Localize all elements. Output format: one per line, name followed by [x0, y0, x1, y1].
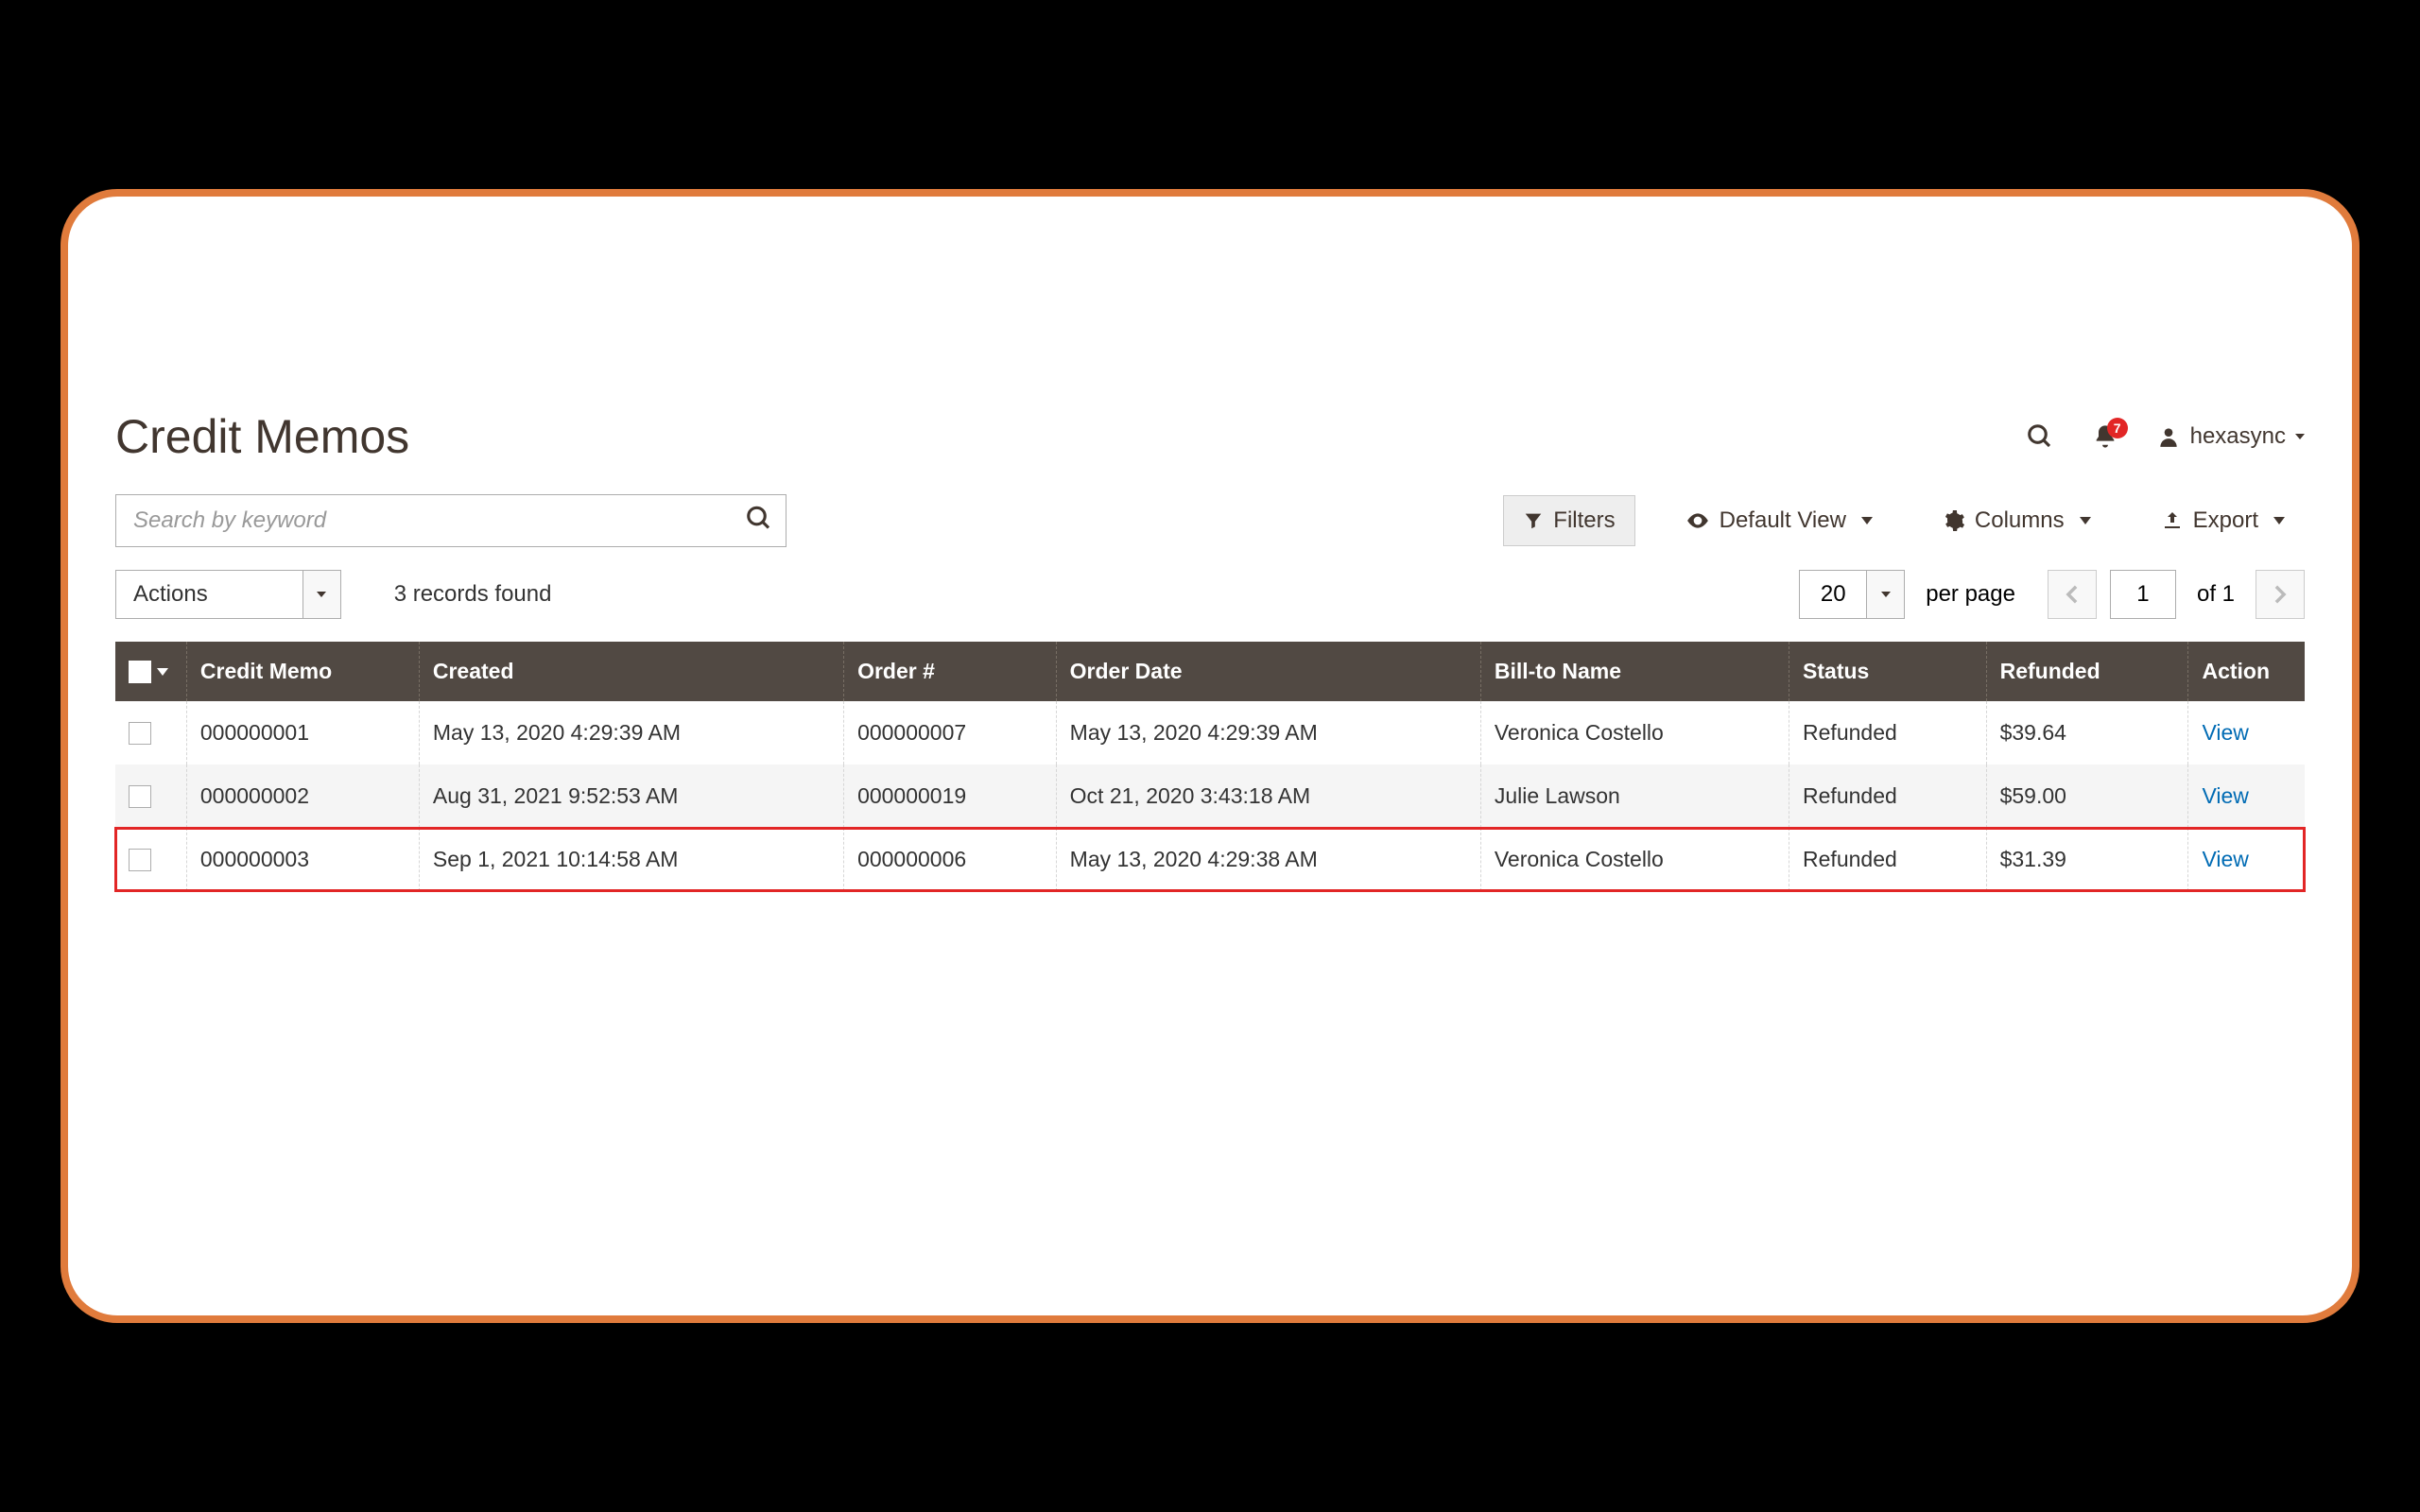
per-page-label: per page — [1926, 581, 2015, 608]
header-created[interactable]: Created — [419, 642, 843, 701]
per-page-value: 20 — [1800, 571, 1866, 618]
chevron-down-icon — [302, 571, 340, 618]
app-frame: Credit Memos 7 hexasync — [60, 189, 2360, 1323]
header-credit-memo[interactable]: Credit Memo — [186, 642, 419, 701]
header-bill-to[interactable]: Bill-to Name — [1480, 642, 1789, 701]
row-checkbox[interactable] — [129, 849, 151, 871]
toolbar: Filters Default View Columns Export — [115, 494, 2305, 547]
view-link[interactable]: View — [2202, 847, 2248, 871]
chevron-down-icon — [1861, 517, 1873, 524]
default-view-label: Default View — [1720, 507, 1846, 534]
chevron-down-icon — [2295, 434, 2305, 439]
columns-label: Columns — [1975, 507, 2065, 534]
header-refunded[interactable]: Refunded — [1986, 642, 2188, 701]
per-page-selector[interactable]: 20 — [1799, 570, 1905, 619]
row-checkbox[interactable] — [129, 785, 151, 808]
cell-created: Sep 1, 2021 10:14:58 AM — [419, 828, 843, 891]
export-button[interactable]: Export — [2141, 495, 2305, 546]
cell-order-date: Oct 21, 2020 3:43:18 AM — [1056, 765, 1480, 828]
records-count: 3 records found — [394, 581, 552, 608]
prev-page-button[interactable] — [2048, 570, 2097, 619]
notification-badge: 7 — [2107, 418, 2128, 438]
grid-controls-left: Actions 3 records found — [115, 570, 551, 619]
header-order-date[interactable]: Order Date — [1056, 642, 1480, 701]
view-link[interactable]: View — [2202, 720, 2248, 745]
actions-label: Actions — [116, 571, 302, 618]
pagination: 20 per page of 1 — [1799, 570, 2305, 619]
notifications-icon[interactable]: 7 — [2092, 423, 2118, 450]
page-title: Credit Memos — [115, 409, 409, 464]
cell-memo: 000000001 — [186, 701, 419, 765]
header-actions: 7 hexasync — [2026, 422, 2305, 451]
chevron-down-icon — [2273, 517, 2285, 524]
page-input[interactable] — [2110, 570, 2176, 619]
search-field — [115, 494, 786, 547]
table-header-row: Credit Memo Created Order # Order Date B… — [115, 642, 2305, 701]
cell-order: 000000019 — [844, 765, 1057, 828]
header-order[interactable]: Order # — [844, 642, 1057, 701]
table-row[interactable]: 000000003Sep 1, 2021 10:14:58 AM00000000… — [115, 828, 2305, 891]
cell-created: Aug 31, 2021 9:52:53 AM — [419, 765, 843, 828]
cell-bill-to: Julie Lawson — [1480, 765, 1789, 828]
cell-order-date: May 13, 2020 4:29:39 AM — [1056, 701, 1480, 765]
page-of-label: of 1 — [2197, 581, 2235, 608]
cell-order: 000000006 — [844, 828, 1057, 891]
grid-controls: Actions 3 records found 20 per page of 1 — [115, 570, 2305, 619]
cell-memo: 000000002 — [186, 765, 419, 828]
actions-dropdown[interactable]: Actions — [115, 570, 341, 619]
chevron-down-icon — [1866, 571, 1904, 618]
cell-order-date: May 13, 2020 4:29:38 AM — [1056, 828, 1480, 891]
header: Credit Memos 7 hexasync — [115, 409, 2305, 464]
table-row[interactable]: 000000002Aug 31, 2021 9:52:53 AM00000001… — [115, 765, 2305, 828]
select-all-checkbox[interactable] — [129, 661, 151, 683]
cell-order: 000000007 — [844, 701, 1057, 765]
cell-status: Refunded — [1789, 828, 1987, 891]
credit-memos-table: Credit Memo Created Order # Order Date B… — [115, 642, 2305, 891]
default-view-button[interactable]: Default View — [1666, 495, 1893, 546]
export-label: Export — [2193, 507, 2258, 534]
cell-refunded: $31.39 — [1986, 828, 2188, 891]
header-action[interactable]: Action — [2188, 642, 2305, 701]
cell-created: May 13, 2020 4:29:39 AM — [419, 701, 843, 765]
cell-bill-to: Veronica Costello — [1480, 701, 1789, 765]
next-page-button[interactable] — [2256, 570, 2305, 619]
cell-status: Refunded — [1789, 701, 1987, 765]
row-checkbox[interactable] — [129, 722, 151, 745]
header-status[interactable]: Status — [1789, 642, 1987, 701]
select-all-header[interactable] — [115, 642, 186, 701]
chevron-down-icon — [2080, 517, 2091, 524]
search-icon[interactable] — [2026, 422, 2054, 451]
cell-refunded: $39.64 — [1986, 701, 2188, 765]
filters-button[interactable]: Filters — [1503, 495, 1634, 546]
search-submit-icon[interactable] — [745, 505, 773, 538]
columns-button[interactable]: Columns — [1923, 495, 2111, 546]
cell-refunded: $59.00 — [1986, 765, 2188, 828]
table-row[interactable]: 000000001May 13, 2020 4:29:39 AM00000000… — [115, 701, 2305, 765]
cell-status: Refunded — [1789, 765, 1987, 828]
cell-bill-to: Veronica Costello — [1480, 828, 1789, 891]
filters-label: Filters — [1553, 507, 1615, 534]
view-link[interactable]: View — [2202, 783, 2248, 808]
chevron-down-icon — [157, 668, 168, 676]
user-menu[interactable]: hexasync — [2156, 423, 2305, 450]
username: hexasync — [2190, 423, 2286, 450]
cell-memo: 000000003 — [186, 828, 419, 891]
search-input[interactable] — [115, 494, 786, 547]
toolbar-buttons: Filters Default View Columns Export — [1503, 495, 2305, 546]
